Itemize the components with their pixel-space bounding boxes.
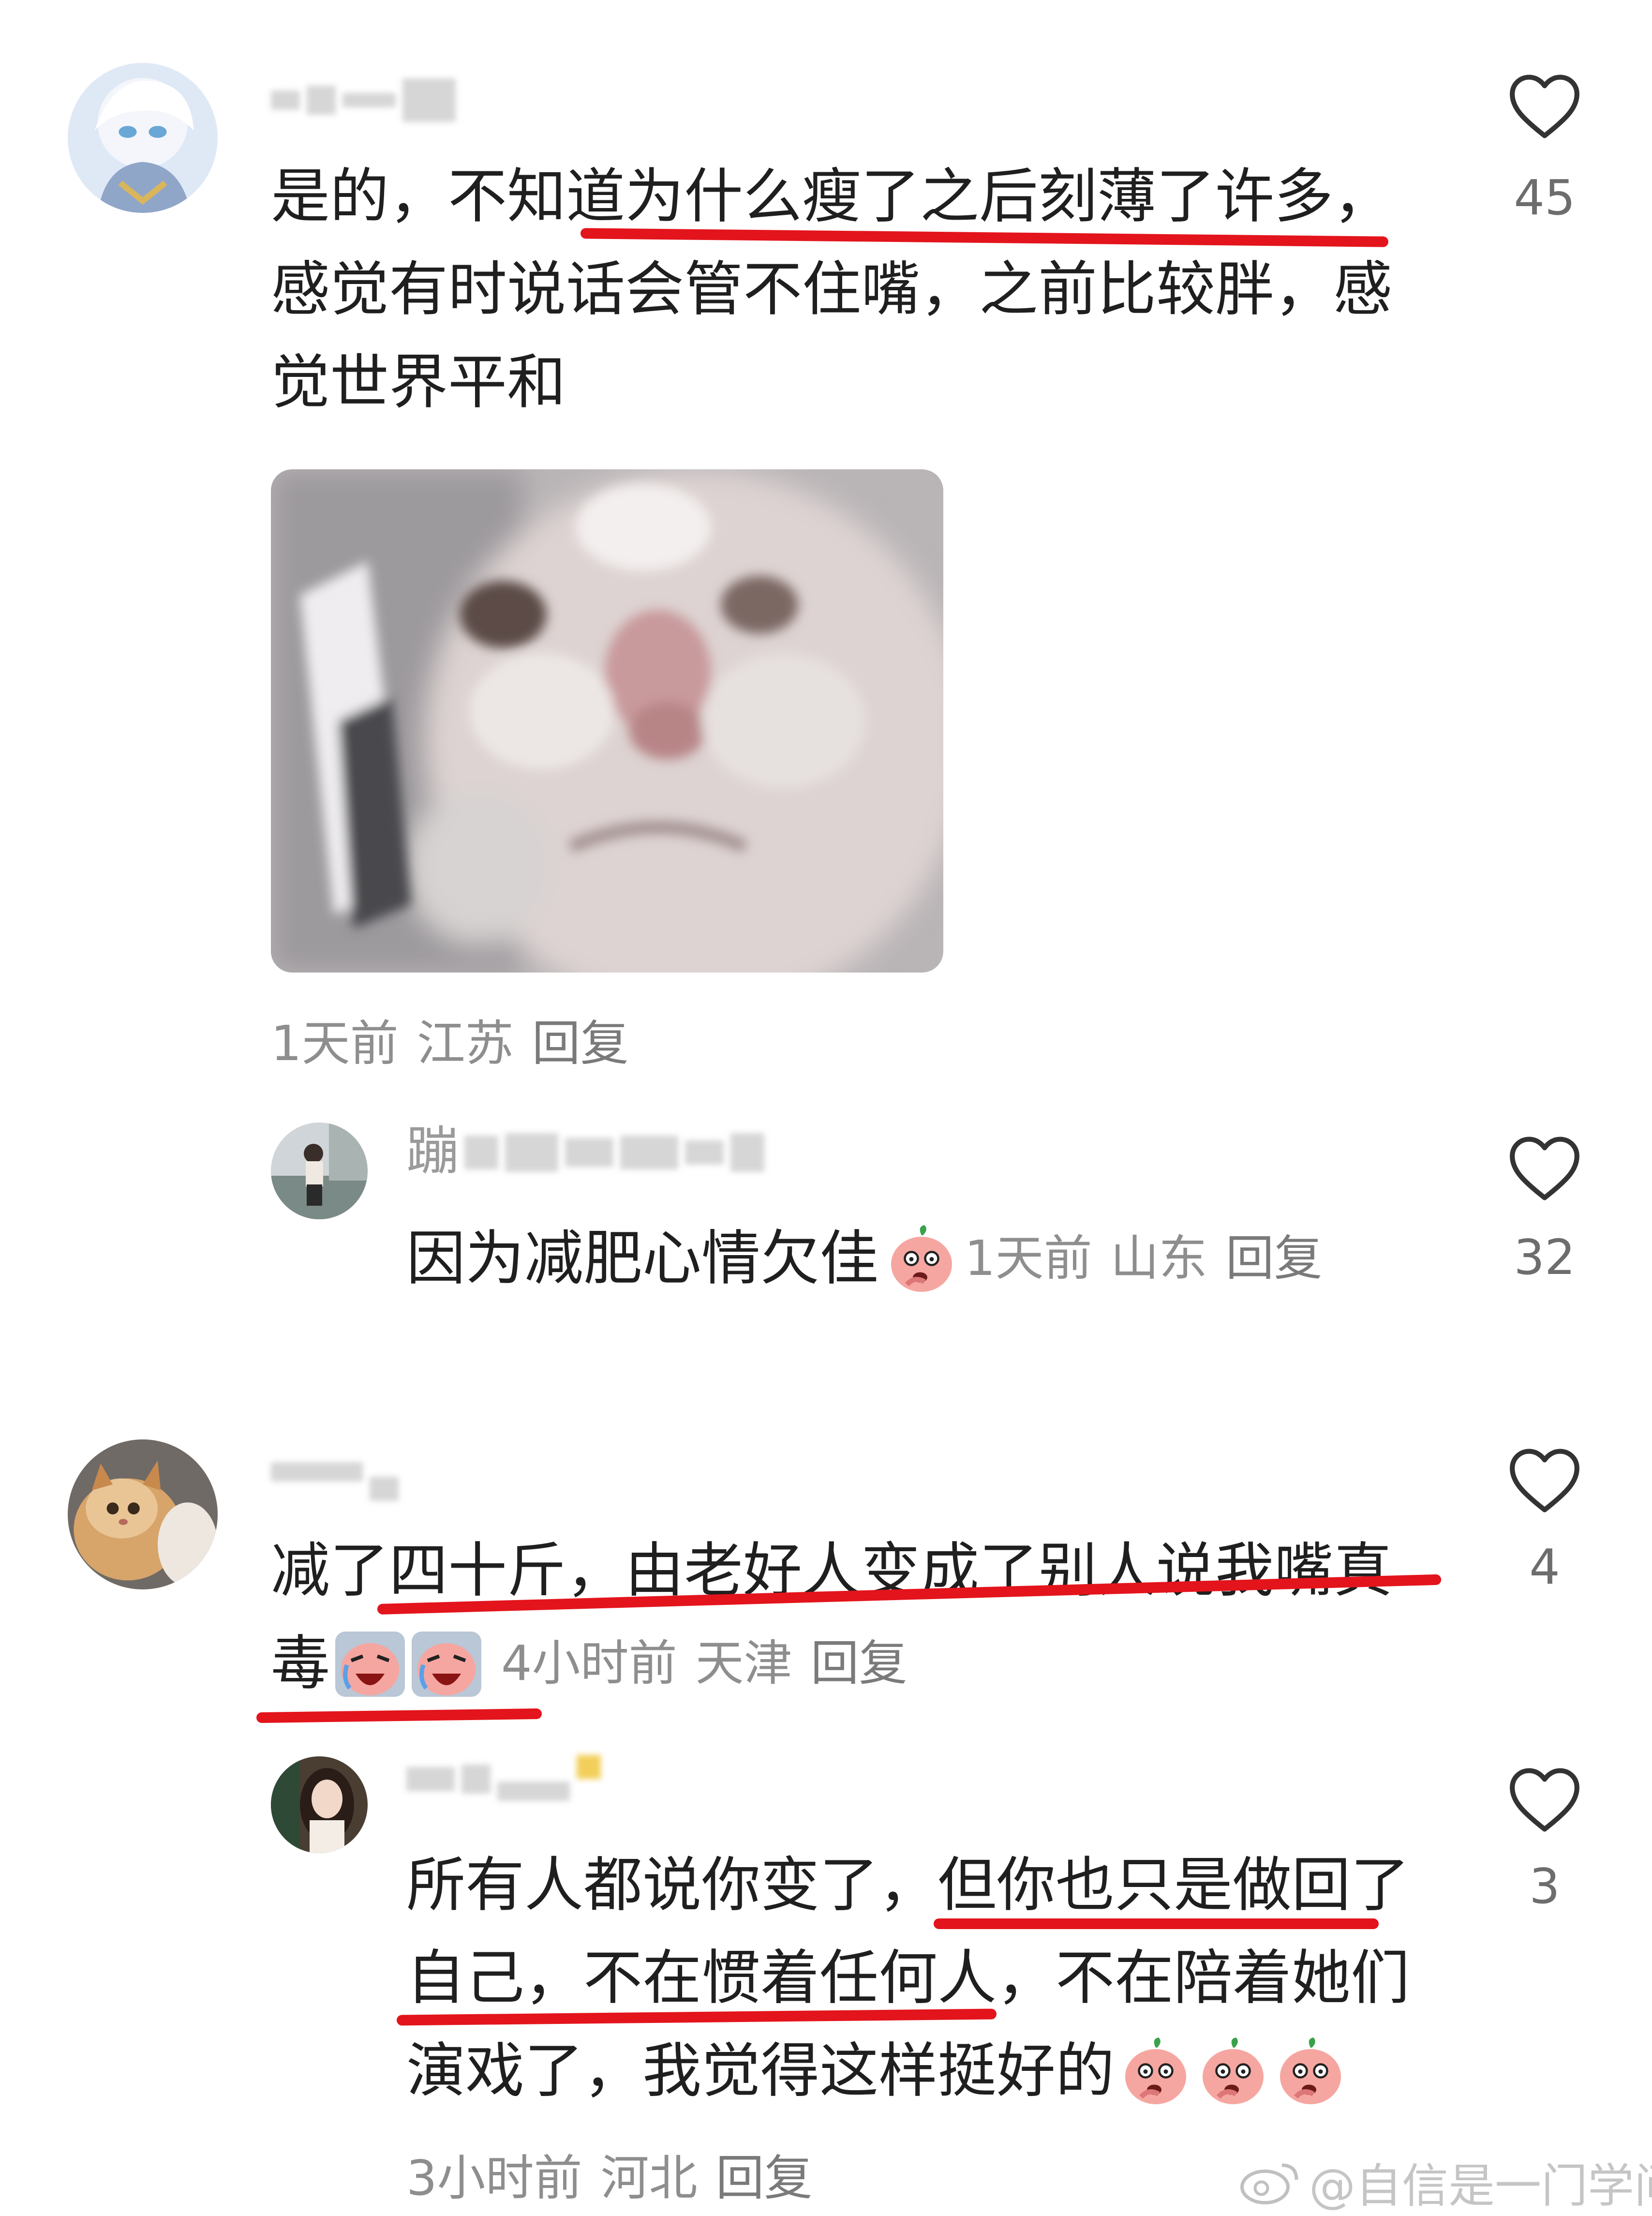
reply-text: 演戏了，我觉得这样挺好的 (406, 2036, 1115, 2105)
like-icon[interactable] (1507, 1766, 1582, 1834)
reply-location: 河北 (600, 2150, 698, 2206)
like-count: 32 (1514, 1229, 1576, 1286)
reply-time: 3小时前 (406, 2150, 582, 2206)
comment-text: 觉世界平和 (271, 348, 566, 417)
weibo-logo-icon (1240, 2163, 1298, 2204)
reply-button[interactable]: 回复 (716, 2139, 813, 2209)
like-icon[interactable] (1507, 73, 1582, 140)
comment-meta: 1天前 江苏 回复 (271, 1004, 629, 1074)
reply-time: 1天前 (965, 1230, 1092, 1287)
reply-button[interactable]: 回复 (1226, 1212, 1323, 1305)
comment-location: 江苏 (417, 1015, 514, 1072)
username-blurred[interactable] (406, 1755, 601, 1801)
comment-text: 感觉有时说话会管不住嘴，之前比较胖，感 (271, 255, 1392, 324)
reply-meta: 1天前 山东 回复 (965, 1212, 1323, 1305)
red-underline (934, 1918, 1379, 1929)
comment-meta: 4小时前 天津 回复 (501, 1617, 908, 1710)
doubt-emoji-icon (1119, 2035, 1192, 2107)
laugh-cry-emoji-icon (410, 1627, 483, 1700)
like-icon[interactable] (1507, 1447, 1582, 1514)
reply-meta: 3小时前 河北 回复 (406, 2139, 813, 2209)
avatar[interactable] (271, 1123, 368, 1219)
doubt-emoji-icon (885, 1222, 958, 1295)
comment-location: 天津 (695, 1635, 792, 1692)
username-blurred[interactable] (464, 1133, 764, 1172)
username-blurred[interactable] (271, 1454, 399, 1501)
laugh-cry-emoji-icon (334, 1627, 406, 1700)
watermark-text: @自信是一门学问 (1309, 2159, 1652, 2213)
doubt-emoji-icon (1274, 2035, 1347, 2107)
reply-location: 山东 (1110, 1230, 1207, 1287)
like-count: 4 (1529, 1539, 1560, 1595)
like-icon[interactable] (1507, 1135, 1582, 1202)
comment-text: 毒 (271, 1629, 330, 1698)
reply-button[interactable]: 回复 (811, 1617, 908, 1710)
avatar[interactable] (68, 1439, 218, 1589)
reply-text: 因为减肥心情欠佳 (406, 1224, 878, 1293)
comment-text: 是的，不知道为什么瘦了之后刻薄了许多， (271, 162, 1392, 231)
reply-button[interactable]: 回复 (532, 1004, 629, 1074)
reply-text-with-emoji: 演戏了，我觉得这样挺好的 (406, 2024, 1347, 2117)
reply-row: 因为减肥心情欠佳 1天前 山东 回复 (406, 1212, 1323, 1305)
comment-text-with-emoji: 毒 4小时前 天津 回复 (271, 1617, 908, 1710)
avatar[interactable] (271, 1756, 368, 1853)
comment-time: 4小时前 (501, 1635, 677, 1692)
avatar[interactable] (68, 63, 218, 213)
weibo-watermark: @自信是一门学问 (1238, 2148, 1652, 2216)
doubt-emoji-icon (1197, 2035, 1269, 2107)
reply-username-visible[interactable]: 蹦 (406, 1113, 459, 1190)
username-blurred[interactable] (271, 78, 456, 122)
comment-image[interactable] (271, 469, 943, 973)
red-underline (256, 1708, 542, 1723)
like-count: 45 (1514, 169, 1576, 226)
like-count: 3 (1529, 1858, 1560, 1915)
reply-text: 所有人都说你变了，但你也只是做回了 (406, 1851, 1410, 1919)
comment-time: 1天前 (271, 1015, 399, 1072)
